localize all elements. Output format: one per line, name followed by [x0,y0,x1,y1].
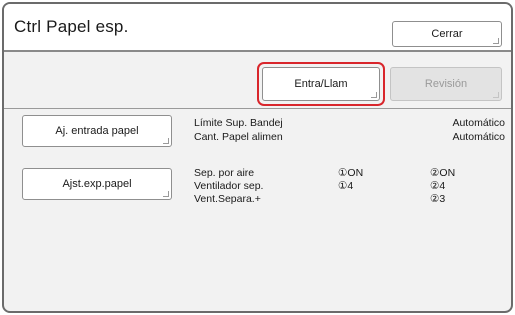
air-separation-label: Sep. por aire [194,167,255,179]
close-button[interactable]: Cerrar [392,21,502,47]
separation-fan-plus-value-2: ②3 [430,193,446,205]
header-bar: Ctrl Papel esp. Cerrar [4,4,511,52]
tray-upper-limit-value: Automático [452,117,505,129]
page-title: Ctrl Papel esp. [14,17,129,36]
special-paper-control-screen: Ctrl Papel esp. Cerrar Entra/Llam Revisi… [2,2,513,313]
paper-feed-amount-value: Automático [452,131,505,143]
separation-fan-value-1: ①4 [338,180,354,192]
review-button[interactable]: Revisión [390,67,502,101]
separation-fan-plus-label: Vent.Separa.+ [194,193,261,205]
air-separation-value-2: ②ON [430,167,456,179]
air-separation-value-1: ①ON [338,167,364,179]
separation-fan-value-2: ②4 [430,180,446,192]
eject-adjust-button[interactable]: Ajst.exp.papel [22,168,172,200]
divider [4,108,511,109]
separation-fan-label: Ventilador sep. [194,180,264,192]
entry-recall-highlight [257,62,385,106]
paper-feed-amount-label: Cant. Papel alimen [194,131,283,143]
feed-adjust-button[interactable]: Aj. entrada papel [22,115,172,147]
tray-upper-limit-label: Límite Sup. Bandej [194,117,283,129]
